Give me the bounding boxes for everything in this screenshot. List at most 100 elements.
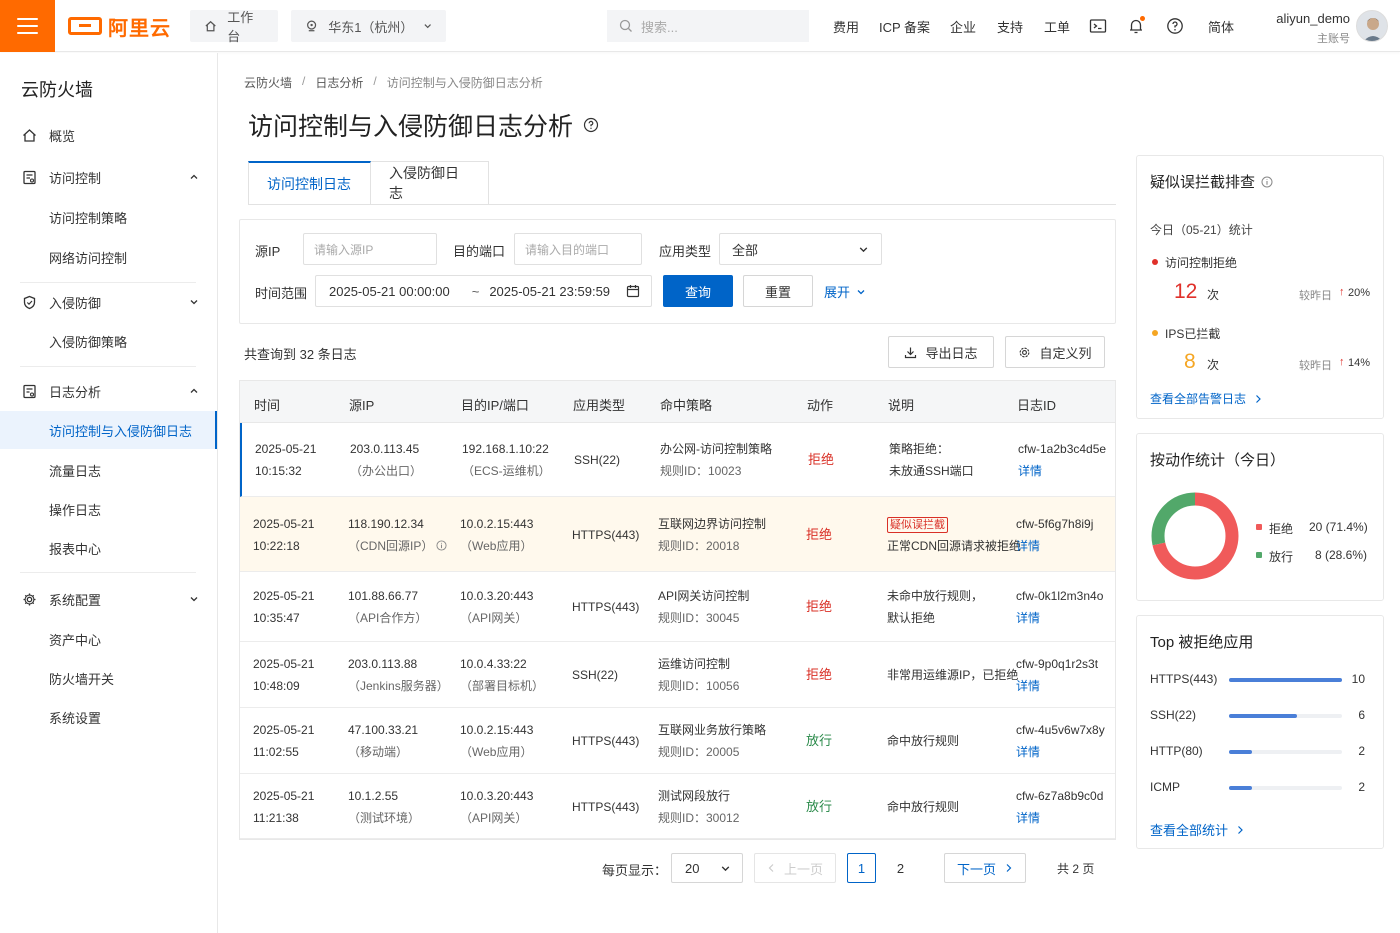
src-ip-input[interactable]: 请输入源IP	[303, 233, 437, 265]
policy-icon	[21, 169, 37, 185]
row-desc: 未放通SSH端口	[889, 464, 974, 478]
table-row[interactable]: 2025-05-21 10:48:09 203.0.113.88 （Jenkins服…	[240, 642, 1115, 708]
row-dst: 10.0.3.20:443	[460, 788, 534, 803]
prev-page-label: 上一页	[783, 861, 823, 877]
sidebar-item-ips[interactable]: 入侵防御	[0, 283, 217, 321]
top-nav: 费用	[833, 0, 859, 52]
sidebar-item-report-center[interactable]: 报表中心	[0, 529, 217, 567]
menu-toggle-button[interactable]	[0, 0, 55, 52]
table-row[interactable]: 2025-05-21 11:21:38 10.1.2.55 （测试环境） 10.0.…	[240, 774, 1115, 839]
table-row[interactable]: 2025-05-21 10:35:47 101.88.66.77 （API合作方） …	[240, 572, 1115, 642]
view-all-alerts-link[interactable]: 查看全部告警日志	[1150, 390, 1262, 407]
row-time: 10:35:47	[253, 611, 300, 625]
sidebar-item-overview[interactable]: 概览	[0, 116, 217, 154]
query-button[interactable]: 查询	[663, 275, 733, 307]
dst-port-label: 目的端口	[453, 244, 506, 259]
user-info[interactable]: aliyun_demo 主账号	[1276, 11, 1350, 46]
dst-port-input[interactable]: 请输入目的端口	[514, 233, 642, 265]
acl-dot	[1152, 259, 1158, 265]
page-2-button[interactable]: 2	[886, 853, 915, 883]
help-icon[interactable]	[583, 117, 599, 133]
custom-columns-button[interactable]: 自定义列	[1005, 336, 1105, 368]
row-desc: 正常CDN回源请求被拒绝	[887, 538, 1021, 553]
nav-support[interactable]: 支持	[997, 17, 1023, 36]
help-icon[interactable]	[1165, 16, 1185, 36]
language-switch[interactable]: 简体	[1208, 17, 1234, 36]
avatar[interactable]	[1356, 10, 1388, 42]
time-range-picker[interactable]: 2025-05-21 00:00:00 ~ 2025-05-21 23:59:5…	[315, 275, 652, 307]
row-detail-link[interactable]: 详情	[1018, 460, 1106, 482]
sidebar-item-ips-policy[interactable]: 入侵防御策略	[0, 322, 217, 360]
table-row[interactable]: 2025-05-21 11:02:55 47.100.33.21 （移动端） 10.…	[240, 708, 1115, 774]
info-icon[interactable]	[1261, 176, 1273, 188]
breadcrumb-current: 访问控制与入侵防御日志分析	[386, 76, 543, 90]
row-desc: 策略拒绝：	[889, 442, 950, 456]
sidebar-item-system-settings[interactable]: 系统设置	[0, 698, 217, 736]
view-all-stats-link[interactable]: 查看全部统计	[1150, 820, 1244, 839]
app-type-value: 全部	[732, 242, 759, 258]
sidebar-item-log-analysis[interactable]: 日志分析	[0, 372, 217, 410]
row-src-ip: 10.1.2.55	[348, 788, 399, 803]
row-action: 放行	[806, 733, 833, 748]
row-detail-link[interactable]: 详情	[1016, 607, 1103, 629]
arrow-up-icon: ↑	[1339, 356, 1345, 368]
column-header: 动作	[807, 398, 834, 413]
nav-ticket[interactable]: 工单	[1044, 17, 1070, 36]
allow-legend-swatch	[1256, 552, 1262, 558]
table-row[interactable]: 2025-05-21 10:15:32 203.0.113.45 （办公出口） 19…	[240, 423, 1115, 497]
table-row[interactable]: 2025-05-21 10:22:18 118.190.12.34 （CDN回源IP…	[240, 497, 1115, 572]
page-1-button[interactable]: 1	[847, 853, 876, 883]
reset-button[interactable]: 重置	[743, 275, 813, 307]
sidebar-item-operation-log[interactable]: 操作日志	[0, 490, 217, 528]
sidebar-item-access-control[interactable]: 访问控制	[0, 158, 217, 196]
tab-ips-log[interactable]: 入侵防御日志	[371, 161, 489, 205]
page-size-select[interactable]: 20	[671, 853, 743, 883]
region-label: 华东1（杭州）	[328, 19, 414, 35]
column-header: 应用类型	[573, 398, 626, 413]
global-search-input[interactable]: 搜索...	[607, 10, 809, 42]
nav-billing[interactable]: 费用	[833, 17, 859, 36]
expand-toggle[interactable]: 展开	[824, 282, 866, 301]
home-icon	[21, 127, 37, 143]
top-app-bar-fill	[1229, 678, 1342, 682]
total-pages: 共 2 页	[1057, 862, 1095, 876]
sidebar-item-firewall-switch[interactable]: 防火墙开关	[0, 659, 217, 697]
tab-acl-log[interactable]: 访问控制日志	[248, 161, 371, 205]
info-icon[interactable]	[436, 540, 447, 551]
breadcrumb-separator: /	[373, 74, 377, 88]
breadcrumb-item[interactable]: 云防火墙	[244, 74, 292, 91]
bell-icon[interactable]	[1126, 16, 1146, 36]
action-donut-chart	[1151, 492, 1239, 580]
sidebar-item-asset-center[interactable]: 资产中心	[0, 620, 217, 658]
column-header: 日志ID	[1017, 398, 1057, 413]
sidebar-item-label: 访问控制策略	[49, 210, 128, 226]
nav-enterprise[interactable]: 企业	[950, 17, 976, 36]
row-detail-link[interactable]: 详情	[1016, 741, 1105, 763]
acl-count: 12	[1174, 280, 1198, 303]
chevron-right-icon	[1006, 864, 1012, 872]
sidebar-item-access-policy[interactable]: 访问控制策略	[0, 198, 217, 236]
prev-page-button[interactable]: 上一页	[754, 853, 836, 883]
row-rule-id: 规则ID：20005	[658, 745, 740, 759]
terminal-icon[interactable]	[1088, 16, 1108, 36]
row-detail-link[interactable]: 详情	[1016, 535, 1093, 557]
nav-icp[interactable]: ICP 备案	[879, 17, 930, 36]
sidebar-item-acl-ips-log[interactable]: 访问控制与入侵防御日志	[0, 411, 217, 449]
page-title: 访问控制与入侵防御日志分析	[248, 107, 599, 143]
row-detail-link[interactable]: 详情	[1016, 675, 1098, 697]
workbench-button[interactable]: 工作台	[190, 10, 278, 44]
sidebar-item-system-config[interactable]: 系统配置	[0, 580, 217, 618]
top-app-bar-fill	[1229, 750, 1252, 754]
row-detail-link[interactable]: 详情	[1016, 807, 1103, 829]
aliyun-logo[interactable]: 阿里云	[68, 12, 171, 40]
sidebar-divider	[20, 572, 196, 573]
region-selector[interactable]: 华东1（杭州）	[291, 10, 446, 42]
acl-unit: 次	[1207, 288, 1220, 302]
export-log-button[interactable]: 导出日志	[888, 336, 994, 368]
row-dst: 192.168.1.10:22	[462, 442, 549, 456]
app-type-select[interactable]: 全部	[719, 233, 882, 265]
next-page-button[interactable]: 下一页	[944, 853, 1026, 883]
sidebar-item-traffic-log[interactable]: 流量日志	[0, 451, 217, 489]
breadcrumb-item[interactable]: 日志分析	[315, 74, 363, 91]
sidebar-item-network-access[interactable]: 网络访问控制	[0, 238, 217, 276]
